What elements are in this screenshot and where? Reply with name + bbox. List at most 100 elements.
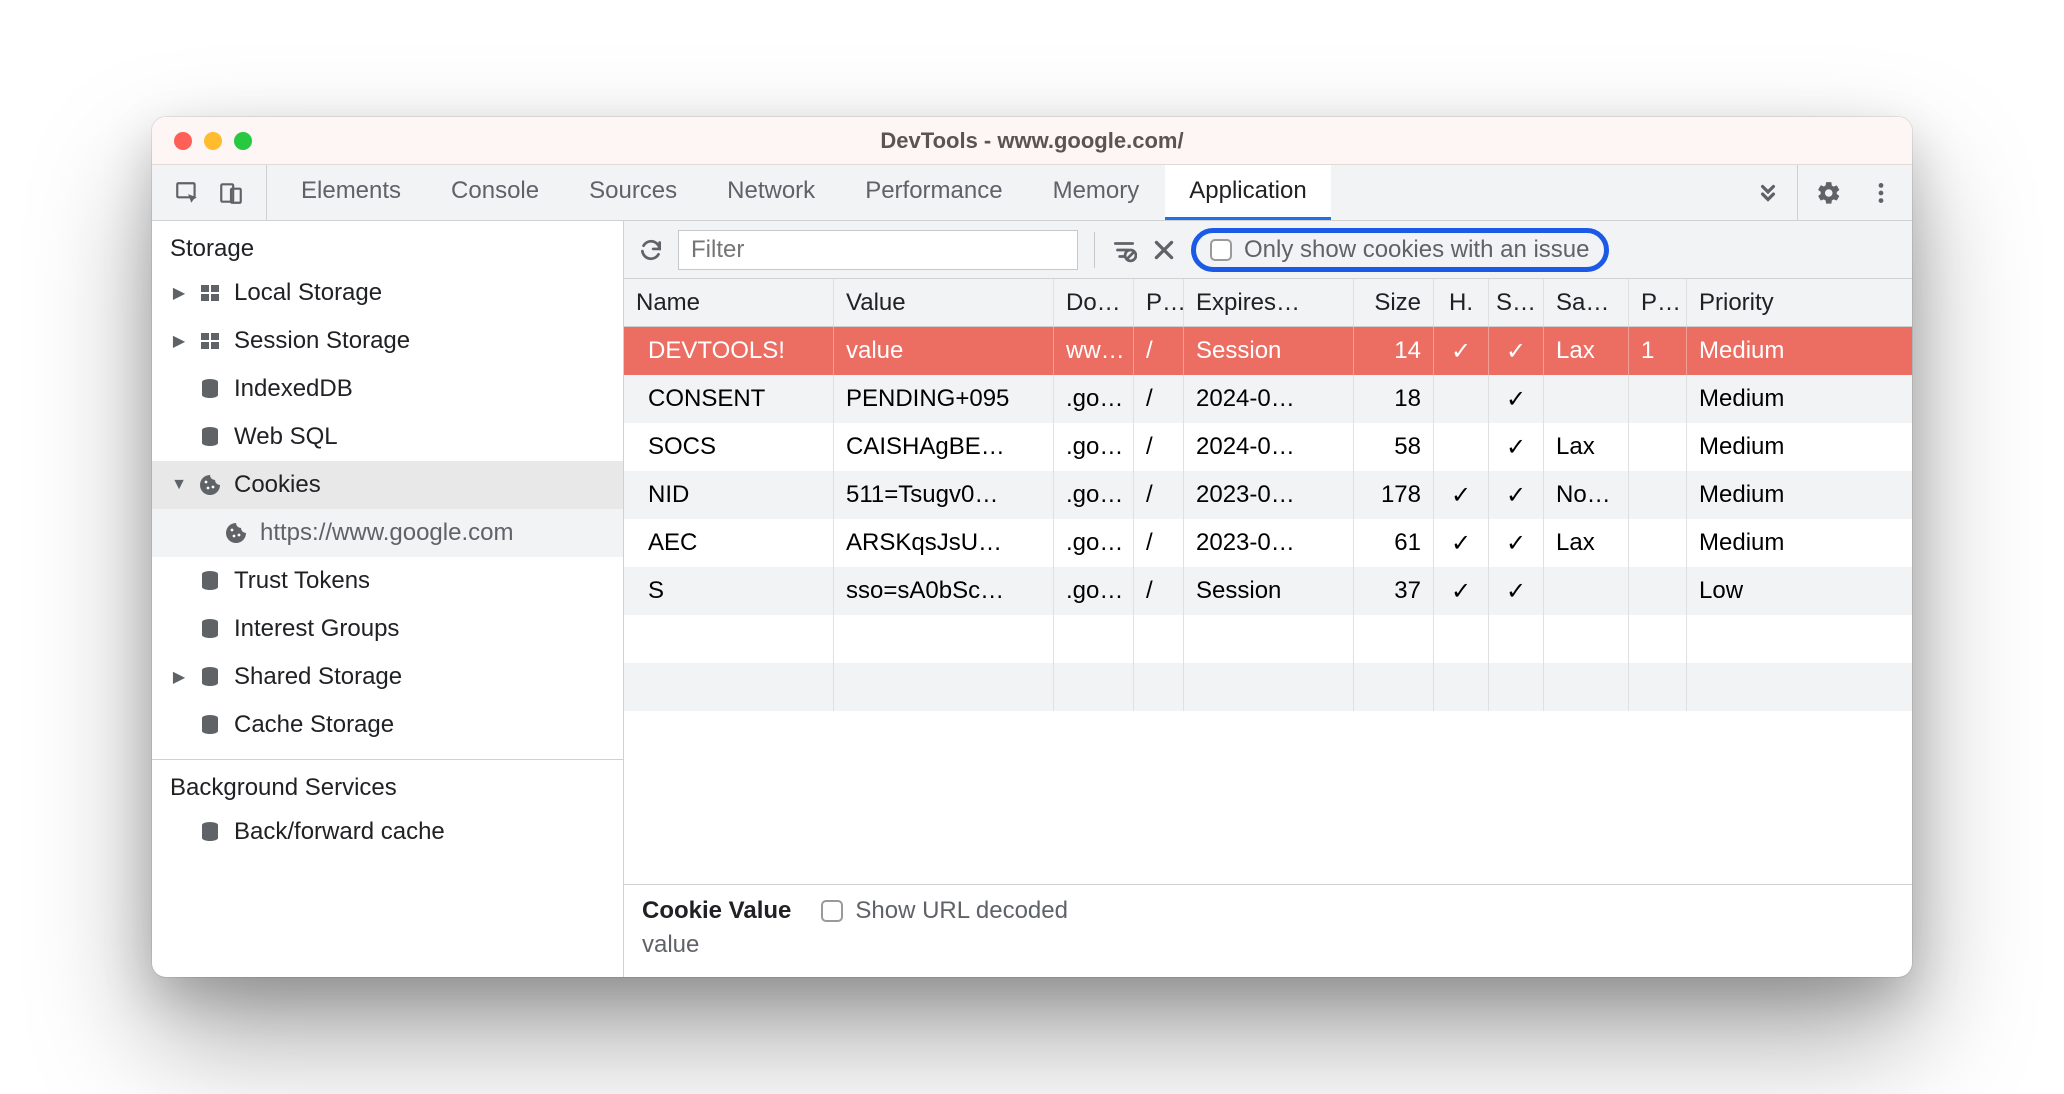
only-issues-label: Only show cookies with an issue <box>1244 236 1590 264</box>
tab-memory[interactable]: Memory <box>1029 165 1164 220</box>
sidebar-item-trust-tokens[interactable]: ▶Trust Tokens <box>152 557 623 605</box>
minimize-window-button[interactable] <box>204 132 222 150</box>
cell-size: 37 <box>1354 567 1434 615</box>
chevron-right-icon[interactable]: ▶ <box>172 283 186 303</box>
zoom-window-button[interactable] <box>234 132 252 150</box>
db-icon <box>196 711 224 739</box>
cell-partition: 1 <box>1629 327 1687 375</box>
sidebar-item-cookies[interactable]: ▼Cookies <box>152 461 623 509</box>
sidebar-item-label: Cache Storage <box>234 711 394 739</box>
cell-size: 61 <box>1354 519 1434 567</box>
devtools-tabstrip: ElementsConsoleSourcesNetworkPerformance… <box>152 165 1912 221</box>
col-6[interactable]: H. <box>1434 279 1489 326</box>
col-1[interactable]: Value <box>834 279 1054 326</box>
tab-application[interactable]: Application <box>1165 165 1330 220</box>
table-row-empty <box>624 663 1912 711</box>
cell-expires: 2023-0… <box>1184 471 1354 519</box>
cell-expires: 2023-0… <box>1184 519 1354 567</box>
table-row[interactable]: CONSENTPENDING+095.go…/2024-0…18✓Medium <box>624 375 1912 423</box>
sidebar-item-label: https://www.google.com <box>260 519 513 547</box>
tab-network[interactable]: Network <box>703 165 839 220</box>
col-10[interactable]: Priority <box>1687 279 1912 326</box>
table-row[interactable]: AECARSKqsJsU….go…/2023-0…61✓✓LaxMedium <box>624 519 1912 567</box>
cell-samesite: Lax <box>1544 519 1629 567</box>
sidebar-item-local-storage[interactable]: ▶Local Storage <box>152 269 623 317</box>
show-url-decoded-option[interactable]: Show URL decoded <box>821 897 1068 925</box>
col-9[interactable]: P… <box>1629 279 1687 326</box>
cell-domain: ww… <box>1054 327 1134 375</box>
cell-path: / <box>1134 375 1184 423</box>
sidebar-item-indexeddb[interactable]: ▶IndexedDB <box>152 365 623 413</box>
cell-samesite: No… <box>1544 471 1629 519</box>
cell-name: NID <box>624 471 834 519</box>
inspect-element-icon[interactable] <box>174 180 200 206</box>
col-0[interactable]: Name <box>624 279 834 326</box>
table-body: DEVTOOLS!valueww…/Session14✓✓Lax1MediumC… <box>624 327 1912 884</box>
cell-value: 511=Tsugv0… <box>834 471 1054 519</box>
col-2[interactable]: Do… <box>1054 279 1134 326</box>
col-3[interactable]: P… <box>1134 279 1184 326</box>
sidebar-item-back-forward-cache[interactable]: ▶Back/forward cache <box>152 808 623 856</box>
device-mode-icon[interactable] <box>218 180 244 206</box>
cell-name: S <box>624 567 834 615</box>
cell-http: ✓ <box>1434 327 1489 375</box>
clear-all-icon[interactable] <box>1151 237 1177 263</box>
devtools-window: DevTools - www.google.com/ ElementsConso… <box>152 117 1912 977</box>
cell-value: ARSKqsJsU… <box>834 519 1054 567</box>
col-4[interactable]: Expires… <box>1184 279 1354 326</box>
tab-performance[interactable]: Performance <box>841 165 1026 220</box>
table-row[interactable]: SOCSCAISHAgBE….go…/2024-0…58✓LaxMedium <box>624 423 1912 471</box>
refresh-icon[interactable] <box>638 237 664 263</box>
db-icon <box>196 615 224 643</box>
db-icon <box>196 375 224 403</box>
cell-name: AEC <box>624 519 834 567</box>
tab-console[interactable]: Console <box>427 165 563 220</box>
window-titlebar: DevTools - www.google.com/ <box>152 117 1912 165</box>
table-row[interactable]: Ssso=sA0bSc….go…/Session37✓✓Low <box>624 567 1912 615</box>
chevron-down-icon[interactable]: ▼ <box>172 476 186 494</box>
cell-expires: 2024-0… <box>1184 375 1354 423</box>
sidebar-item-https-www-google-com[interactable]: ▶https://www.google.com <box>152 509 623 557</box>
chevron-right-icon[interactable]: ▶ <box>172 331 186 351</box>
sidebar-item-label: Web SQL <box>234 423 338 451</box>
table-row[interactable]: DEVTOOLS!valueww…/Session14✓✓Lax1Medium <box>624 327 1912 375</box>
cookies-panel: Only show cookies with an issue NameValu… <box>624 221 1912 977</box>
sidebar-item-label: Shared Storage <box>234 663 402 691</box>
tab-elements[interactable]: Elements <box>277 165 425 220</box>
cookie-icon <box>222 519 250 547</box>
table-row[interactable]: NID511=Tsugv0….go…/2023-0…178✓✓No…Medium <box>624 471 1912 519</box>
cookies-filterbar: Only show cookies with an issue <box>624 221 1912 279</box>
col-8[interactable]: Sa… <box>1544 279 1629 326</box>
only-issues-checkbox[interactable] <box>1210 239 1232 261</box>
col-5[interactable]: Size <box>1354 279 1434 326</box>
clear-filter-icon[interactable] <box>1111 237 1137 263</box>
sidebar-item-session-storage[interactable]: ▶Session Storage <box>152 317 623 365</box>
sidebar-item-interest-groups[interactable]: ▶Interest Groups <box>152 605 623 653</box>
cell-http <box>1434 423 1489 471</box>
cell-samesite: Lax <box>1544 327 1629 375</box>
show-url-decoded-checkbox[interactable] <box>821 900 843 922</box>
cell-priority: Medium <box>1687 375 1912 423</box>
sidebar-section-storage: Storage <box>152 221 623 269</box>
cell-secure: ✓ <box>1489 375 1544 423</box>
tab-sources[interactable]: Sources <box>565 165 701 220</box>
chevron-right-icon[interactable]: ▶ <box>172 667 186 687</box>
close-window-button[interactable] <box>174 132 192 150</box>
cookie-detail-value: value <box>642 931 1894 959</box>
cell-path: / <box>1134 327 1184 375</box>
only-issues-option[interactable]: Only show cookies with an issue <box>1191 228 1609 272</box>
sidebar-item-label: Trust Tokens <box>234 567 370 595</box>
sidebar-item-cache-storage[interactable]: ▶Cache Storage <box>152 701 623 749</box>
settings-icon[interactable] <box>1816 180 1842 206</box>
col-7[interactable]: S… <box>1489 279 1544 326</box>
kebab-menu-icon[interactable] <box>1868 180 1894 206</box>
cell-samesite <box>1544 567 1629 615</box>
sidebar-item-shared-storage[interactable]: ▶ Shared Storage <box>152 653 623 701</box>
cell-partition <box>1629 375 1687 423</box>
more-tabs-icon[interactable] <box>1739 165 1797 220</box>
cookies-filter-input[interactable] <box>678 230 1078 270</box>
cell-name: SOCS <box>624 423 834 471</box>
cell-partition <box>1629 519 1687 567</box>
sidebar-item-web-sql[interactable]: ▶Web SQL <box>152 413 623 461</box>
cell-samesite: Lax <box>1544 423 1629 471</box>
